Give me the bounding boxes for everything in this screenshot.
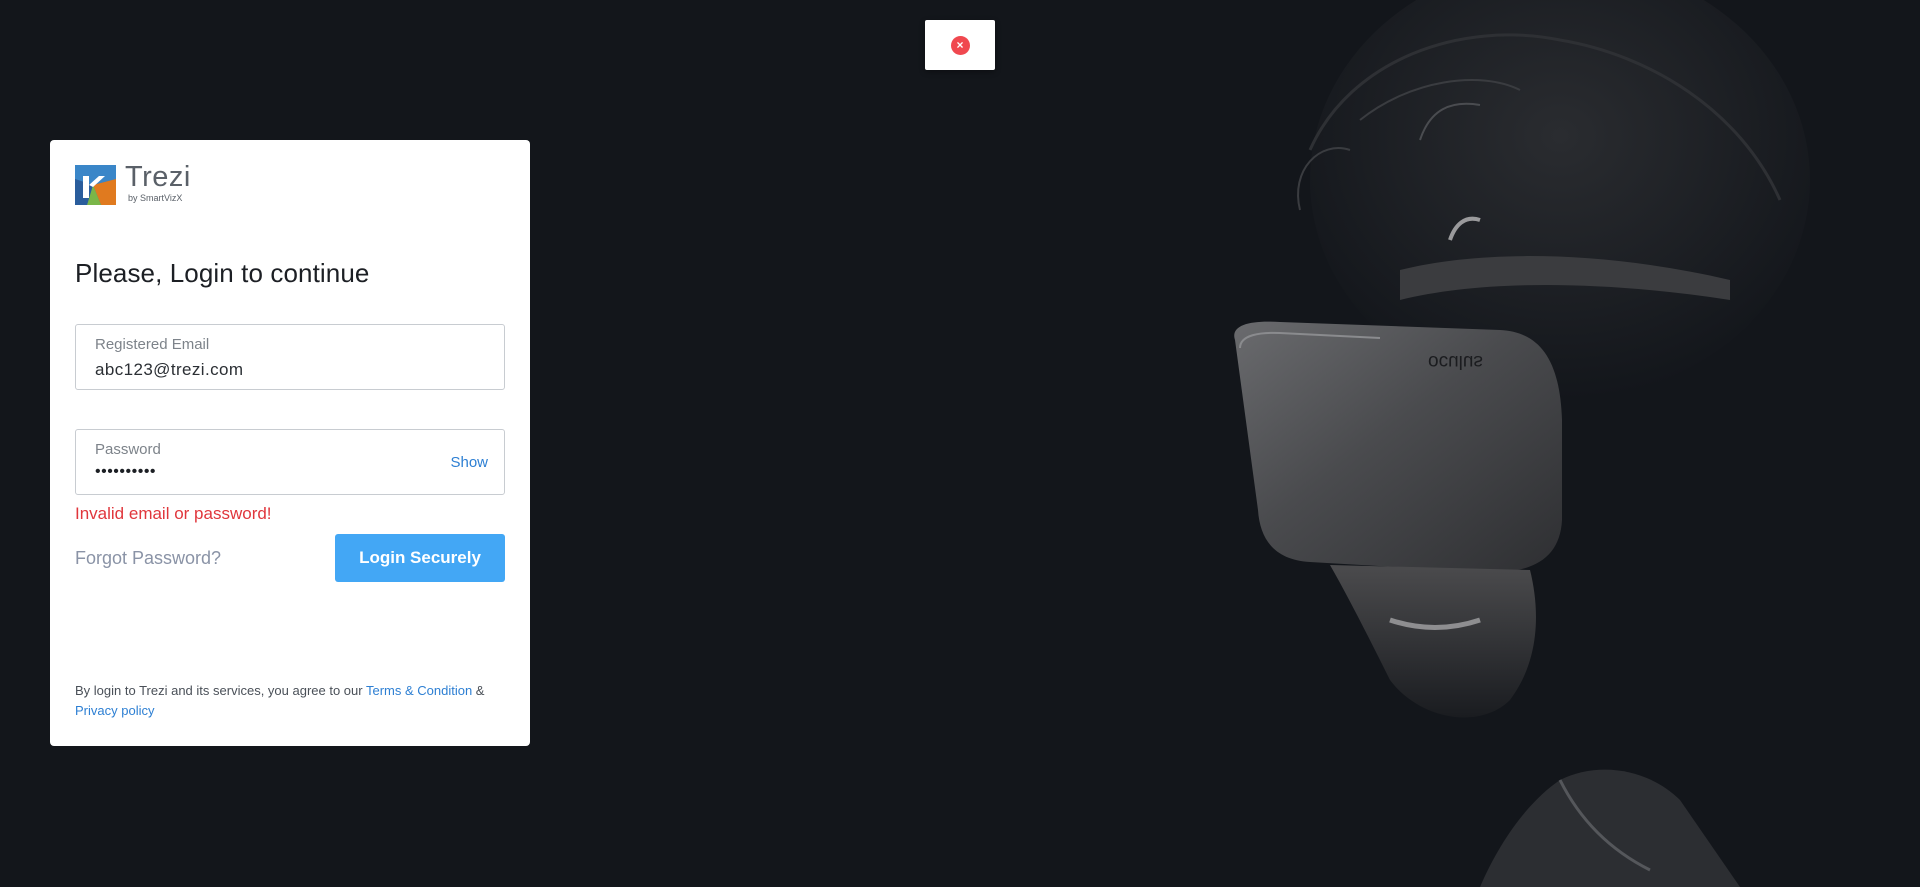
password-input[interactable]: •••••••••• xyxy=(95,463,156,481)
background-photo: oculus xyxy=(1234,0,1810,887)
error-x-icon[interactable]: × xyxy=(950,35,970,55)
brand-logo: Trezi by SmartVizX xyxy=(75,161,191,205)
email-label: Registered Email xyxy=(95,336,210,353)
forgot-password-link[interactable]: Forgot Password? xyxy=(75,548,221,569)
login-button[interactable]: Login Securely xyxy=(335,534,505,582)
privacy-policy-link[interactable]: Privacy policy xyxy=(75,703,154,718)
login-card: Trezi by SmartVizX Please, Login to cont… xyxy=(50,140,530,746)
page-title: Please, Login to continue xyxy=(75,258,370,288)
legal-amp: & xyxy=(472,683,485,698)
terms-link[interactable]: Terms & Condition xyxy=(366,683,472,698)
page: oculus × Trezi by SmartVizX Please, Logi… xyxy=(0,0,1920,887)
password-label: Password xyxy=(95,441,161,458)
legal-notice: By login to Trezi and its services, you … xyxy=(75,681,505,721)
brand-subtitle: by SmartVizX xyxy=(128,193,183,203)
email-field[interactable]: Registered Email abc123@trezi.com xyxy=(75,324,505,390)
headset-brand-text: oculus xyxy=(1428,351,1483,372)
error-message: Invalid email or password! xyxy=(75,504,272,523)
password-field[interactable]: Password •••••••••• Show xyxy=(75,429,505,495)
show-password-toggle[interactable]: Show xyxy=(450,454,488,471)
error-toast: × xyxy=(925,20,995,70)
brand-name: Trezi xyxy=(125,161,191,193)
legal-text: By login to Trezi and its services, you … xyxy=(75,683,366,698)
email-input[interactable]: abc123@trezi.com xyxy=(95,360,243,380)
trezi-logo-icon xyxy=(75,165,116,205)
